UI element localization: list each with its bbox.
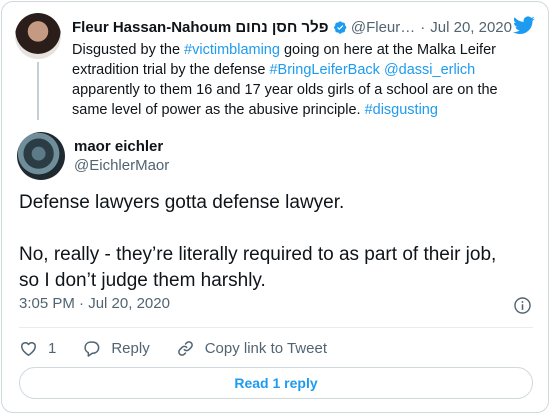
twitter-bird-icon[interactable] [512,14,536,36]
author-handle[interactable]: @EichlerMaor [74,157,169,174]
reply-tweet-text: Defense lawyers gotta defense lawyer. No… [19,190,539,294]
info-icon[interactable] [513,296,532,315]
reply-label: Reply [111,339,150,357]
tweet-text-line: Disgusted by the #victimblaming going on… [72,40,524,60]
hashtag-link[interactable]: #disgusting [365,102,438,118]
avatar[interactable] [15,13,61,59]
copy-link-label: Copy link to Tweet [204,339,327,357]
tweet-text-segment: same level of power as the abusive princ… [72,102,365,118]
author-handle[interactable]: @Fleur… [351,19,415,36]
reply-bubble-icon [84,340,100,357]
hashtag-link[interactable]: #victimblaming [184,42,280,58]
reply-button[interactable]: Reply [82,339,150,358]
tweet-date[interactable]: Jul 20, 2020 [430,19,512,36]
heart-icon [21,341,36,356]
parent-tweet-text: Disgusted by the #victimblaming going on… [72,40,524,120]
parent-tweet-header: Fleur Hassan-Nahoum פלר חסן נחום @Fleur…… [72,16,512,38]
read-replies-button[interactable]: Read 1 reply [19,367,533,399]
author-name[interactable]: Fleur Hassan-Nahoum פלר חסן נחום [72,19,329,36]
separator-dot: · [420,18,426,36]
link-icon [177,340,193,356]
tweet-timestamp[interactable]: 3:05 PM · Jul 20, 2020 [19,295,170,312]
verified-badge-icon [333,20,346,34]
tweet-time: 3:05 PM [19,295,75,312]
tweet-text-line: extradition trial by the defense #BringL… [72,60,524,80]
tweet-text-line: same level of power as the abusive princ… [72,100,524,120]
like-button[interactable]: 1 [19,339,56,358]
tweet-text-line: No, really - they’re literally required … [19,244,497,265]
tweet-actions: 1 Reply Copy link to Tweet [19,337,353,359]
mention-link[interactable]: @dassi_erlich [384,62,475,78]
tweet-text-segment: going on here at the Malka Leifer [279,42,496,58]
avatar[interactable] [17,132,65,180]
hashtag-link[interactable]: #BringLeiferBack [269,62,379,78]
tweet-text-line: so I don’t judge them harshly. [19,270,266,291]
tweet-date: Jul 20, 2020 [88,295,170,312]
tweet-text-segment: extradition trial by the defense [72,62,270,78]
tweet-text-line: apparently to them 16 and 17 year olds g… [72,80,524,100]
separator-dot: · [79,295,89,312]
tweet-card: Fleur Hassan-Nahoum פלר חסן נחום @Fleur…… [1,1,549,413]
like-count: 1 [48,339,57,357]
divider [19,327,533,328]
tweet-text-segment: apparently to them 16 and 17 year olds g… [72,82,498,98]
tweet-text-line: Defense lawyers gotta defense lawyer. [19,192,345,213]
tweet-text-segment: Disgusted by the [72,42,185,58]
author-name[interactable]: maor eichler [74,138,163,155]
copy-link-button[interactable]: Copy link to Tweet [176,339,327,358]
thread-connector-line [37,62,39,120]
